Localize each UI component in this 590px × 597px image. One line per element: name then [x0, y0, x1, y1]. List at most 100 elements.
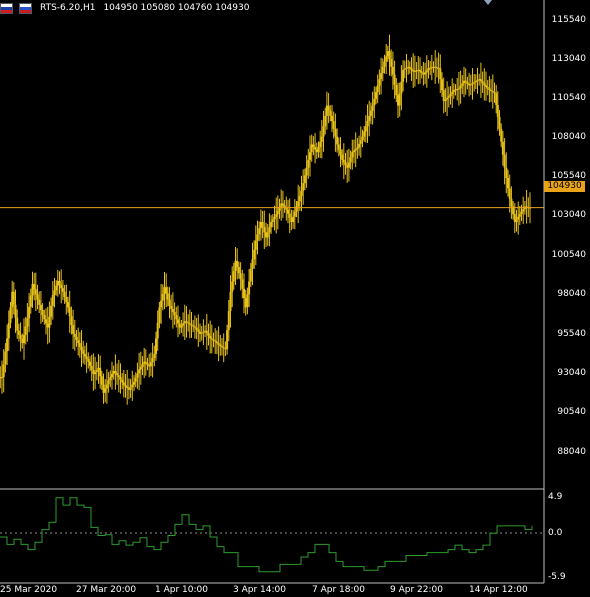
- candle-body: [90, 365, 93, 370]
- candle-body: [320, 136, 323, 142]
- candle-body: [302, 183, 305, 191]
- candle-body: [483, 83, 486, 86]
- candle-body: [473, 82, 476, 84]
- candle-body: [298, 196, 301, 202]
- candle-body: [227, 311, 230, 331]
- candle-body: [491, 91, 494, 93]
- candle-body: [224, 348, 227, 350]
- candle-body: [87, 359, 90, 362]
- candle-body: [51, 295, 54, 306]
- candle-body: [166, 293, 169, 300]
- candle-body: [383, 61, 386, 67]
- candle-body: [508, 188, 511, 199]
- chart-canvas[interactable]: [0, 0, 590, 597]
- candle-body: [68, 307, 71, 317]
- candle-body: [117, 375, 120, 378]
- candle-body: [158, 307, 161, 323]
- candle-body: [500, 128, 503, 142]
- candle-body: [317, 147, 320, 153]
- candle-body: [138, 369, 141, 374]
- candle-body: [493, 92, 496, 94]
- candle-body: [243, 288, 245, 298]
- candle-body: [65, 297, 68, 303]
- candle-body: [210, 338, 213, 340]
- candle-body: [104, 388, 107, 393]
- candle-body: [83, 353, 86, 357]
- candle-body: [444, 99, 447, 101]
- candle-body: [131, 384, 134, 388]
- flag-icon: [19, 2, 32, 14]
- candle-body: [368, 115, 371, 122]
- candle-body: [61, 288, 64, 292]
- candle-body: [376, 85, 379, 93]
- price-tick: 103040: [551, 210, 586, 220]
- candle-body: [253, 249, 256, 260]
- candle-body: [342, 159, 345, 163]
- candle-body: [505, 167, 508, 178]
- candle-body: [441, 79, 443, 91]
- candle-body: [263, 227, 266, 233]
- price-tick: 98040: [557, 289, 586, 299]
- chart-window[interactable]: RTS-6.20,H1 104950 105080 104760 104930 …: [0, 0, 590, 597]
- candle-body: [329, 110, 332, 116]
- candle-body: [356, 147, 359, 150]
- candle-body: [111, 374, 113, 378]
- candle-body: [447, 96, 450, 98]
- candle-body: [14, 304, 17, 318]
- candle-body: [488, 88, 491, 91]
- candle-body: [112, 371, 115, 375]
- chart-shift-marker-icon[interactable]: [484, 0, 492, 5]
- candle-body: [34, 289, 37, 295]
- candle-body: [391, 66, 394, 75]
- candle-body: [380, 73, 383, 80]
- ohlc-values: 104950 105080 104760 104930: [103, 3, 250, 13]
- candle-body: [78, 343, 81, 347]
- candle-body: [261, 222, 264, 228]
- candle-body: [232, 271, 235, 282]
- candle-body: [270, 222, 273, 228]
- candle-body: [217, 343, 220, 345]
- candle-body: [77, 340, 80, 344]
- candle-body: [408, 66, 411, 69]
- candle-body: [231, 281, 234, 292]
- candle-body: [405, 67, 408, 69]
- candle-body: [144, 361, 147, 364]
- indicator-line: [0, 497, 533, 573]
- candle-body: [209, 335, 212, 339]
- candle-body: [271, 219, 274, 222]
- candle-body: [53, 290, 56, 295]
- candle-body: [312, 144, 315, 147]
- candle-body: [29, 295, 32, 307]
- candle-body: [165, 287, 168, 294]
- candle-body: [161, 293, 164, 301]
- candle-body: [276, 210, 279, 215]
- candle-body: [351, 152, 354, 158]
- candle-body: [7, 322, 10, 339]
- candle-body: [515, 219, 518, 222]
- candle-body: [160, 300, 163, 308]
- candle-body: [173, 312, 176, 316]
- candle-body: [292, 216, 295, 222]
- candle-body: [334, 128, 337, 137]
- candle-body: [486, 86, 489, 89]
- candle-body: [518, 214, 521, 217]
- candle-body: [349, 157, 352, 163]
- candle-body: [19, 334, 22, 339]
- candle-body: [339, 149, 342, 155]
- candle-body: [121, 379, 124, 383]
- candle-body: [522, 209, 525, 212]
- candle-body: [200, 332, 203, 334]
- candle-body: [410, 68, 413, 70]
- candle-body: [485, 85, 487, 87]
- candle-body: [281, 203, 284, 206]
- candle-body: [207, 333, 210, 336]
- candle-body: [347, 162, 350, 168]
- candle-body: [139, 366, 142, 370]
- candle-body: [119, 377, 122, 380]
- candle-body: [327, 105, 330, 111]
- candle-body: [449, 94, 452, 97]
- candle-body: [127, 388, 130, 390]
- candle-body: [297, 201, 300, 207]
- candle-body: [16, 317, 19, 331]
- candle-body: [58, 281, 61, 285]
